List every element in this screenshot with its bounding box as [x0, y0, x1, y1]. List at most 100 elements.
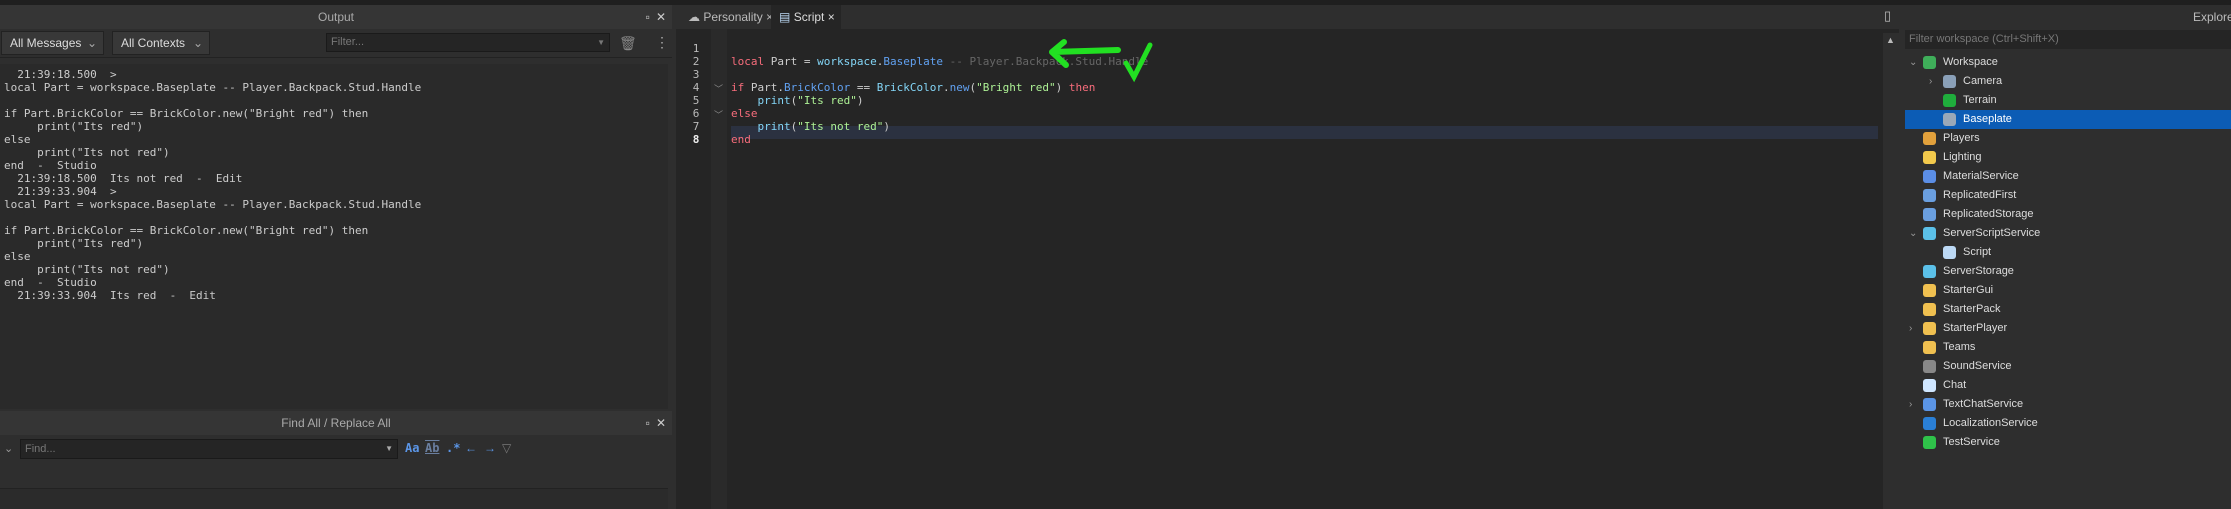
explorer-item-label: LocalizationService: [1943, 417, 2038, 429]
code-token: ): [856, 94, 864, 107]
lighting-icon: [1923, 151, 1936, 164]
whole-word-button[interactable]: Ab: [425, 441, 439, 455]
output-line: 21:39:33.904 >: [4, 185, 117, 198]
explorer-item-testservice[interactable]: TestService: [1905, 433, 2231, 452]
explorer-item-terrain[interactable]: Terrain: [1905, 91, 2231, 110]
trash-icon[interactable]: 🗑: [619, 35, 637, 52]
code-line: print("Its red"): [731, 94, 864, 107]
editor-scrollbar[interactable]: ▲: [1883, 33, 1899, 509]
explorer-item-workspace[interactable]: ⌄ Workspace: [1905, 53, 2231, 72]
fold-chevron-icon[interactable]: ﹀: [714, 108, 723, 121]
explorer-filter-input[interactable]: Filter workspace (Ctrl+Shift+X): [1905, 30, 2231, 49]
line-number: 5: [692, 94, 700, 107]
explorer-item-label: Players: [1943, 132, 1980, 144]
fold-chevron-icon[interactable]: ﹀: [714, 82, 723, 95]
explorer-item-soundservice[interactable]: SoundService: [1905, 357, 2231, 376]
find-panel: Find All / Replace All ▫ ✕ ⌄ Find... ▼ Aa …: [0, 411, 672, 509]
explorer-item-localizationservice[interactable]: LocalizationService: [1905, 414, 2231, 433]
explorer-item-camera[interactable]: › Camera: [1905, 72, 2231, 91]
output-line: print("Its red"): [4, 237, 144, 250]
explorer-item-starterplayer[interactable]: › StarterPlayer: [1905, 319, 2231, 338]
close-icon[interactable]: ✕: [656, 10, 666, 24]
expand-chevron-icon[interactable]: ⌄: [4, 442, 13, 455]
code-token: Part.: [744, 81, 784, 94]
filter-placeholder: Filter...: [331, 36, 365, 48]
output-filter-input[interactable]: Filter... ▼: [326, 33, 610, 52]
code-token: .: [942, 81, 950, 94]
explorer-item-label: StarterPack: [1943, 303, 2001, 315]
float-icon[interactable]: ▫: [646, 416, 650, 430]
chevron-down-icon[interactable]: ⌄: [1909, 224, 1917, 243]
explorer-item-replicatedstorage[interactable]: ReplicatedStorage: [1905, 205, 2231, 224]
explorer-item-lighting[interactable]: Lighting: [1905, 148, 2231, 167]
replicatedfirst-icon: [1923, 189, 1936, 202]
explorer-item-textchatservice[interactable]: › TextChatService: [1905, 395, 2231, 414]
arrow-left-icon[interactable]: ←: [465, 441, 477, 455]
explorer-item-label: Teams: [1943, 341, 1976, 353]
scroll-up-icon[interactable]: ▲: [1886, 35, 1895, 45]
close-icon[interactable]: ×: [828, 10, 835, 24]
output-line: 21:39:18.500 Its not red - Edit: [4, 172, 243, 185]
find-input[interactable]: Find... ▼: [20, 439, 398, 459]
line-number: 3: [692, 68, 700, 81]
float-icon[interactable]: ▫: [646, 10, 650, 24]
explorer-item-label: SoundService: [1943, 360, 2012, 372]
code-line: if Part.BrickColor == BrickColor.new("Br…: [731, 81, 1095, 94]
line-number: 4: [692, 81, 700, 94]
output-line: print("Its not red"): [4, 146, 170, 159]
chevron-right-icon[interactable]: ›: [1929, 72, 1932, 91]
output-panel: Output ▫ ✕ All Messages ⌄ All Contexts ⌄ Fi…: [0, 5, 672, 409]
chevron-down-icon[interactable]: ⌄: [1909, 53, 1917, 72]
editor-tabs: ☁ Personality × ▤ Script ×: [676, 5, 1899, 29]
more-icon[interactable]: ⋮: [655, 34, 669, 51]
explorer-item-startergui[interactable]: StarterGui: [1905, 281, 2231, 300]
device-emulator-button[interactable]: ▯: [1879, 5, 1903, 29]
teams-icon: [1923, 341, 1936, 354]
contexts-dropdown[interactable]: All Contexts ⌄: [112, 31, 210, 55]
explorer-item-teams[interactable]: Teams: [1905, 338, 2231, 357]
regex-button[interactable]: .*: [446, 441, 460, 455]
messages-dropdown[interactable]: All Messages ⌄: [1, 31, 104, 55]
filter-icon[interactable]: ▽: [502, 441, 511, 455]
script-editor: ☁ Personality × ▤ Script × 1 2 3 4 5 6 7…: [676, 5, 1899, 509]
explorer-item-materialservice[interactable]: MaterialService: [1905, 167, 2231, 186]
code-token: print: [757, 94, 791, 107]
close-icon[interactable]: ✕: [656, 416, 666, 430]
tab-script[interactable]: ▤ Script ×: [771, 5, 841, 29]
localizationservice-icon: [1923, 417, 1936, 430]
chat-icon: [1923, 379, 1936, 392]
explorer-item-chat[interactable]: Chat: [1905, 376, 2231, 395]
filter-placeholder: Filter workspace (Ctrl+Shift+X): [1909, 33, 2059, 45]
explorer-item-baseplate[interactable]: Baseplate: [1905, 110, 2231, 129]
caret-down-icon: ▼: [597, 38, 605, 47]
arrow-right-icon[interactable]: →: [484, 441, 496, 455]
explorer-item-players[interactable]: Players: [1905, 129, 2231, 148]
explorer-item-label: TestService: [1943, 436, 2000, 448]
script-icon: [1943, 246, 1956, 259]
baseplate-icon: [1943, 113, 1956, 126]
explorer-item-serverscriptservice[interactable]: ⌄ ServerScriptService: [1905, 224, 2231, 243]
explorer-item-starterpack[interactable]: StarterPack: [1905, 300, 2231, 319]
chevron-right-icon[interactable]: ›: [1909, 395, 1912, 414]
players-icon: [1923, 132, 1936, 145]
find-row: ⌄ Find... ▼ Aa Ab .* ← → ▽: [0, 435, 672, 465]
explorer-item-label: ReplicatedStorage: [1943, 208, 2034, 220]
explorer-item-script[interactable]: Script: [1905, 243, 2231, 262]
explorer-item-replicatedfirst[interactable]: ReplicatedFirst: [1905, 186, 2231, 205]
output-line: local Part = workspace.Baseplate -- Play…: [4, 198, 422, 211]
explorer-item-label: Chat: [1943, 379, 1967, 391]
caret-down-icon: ▼: [385, 444, 393, 453]
cloud-icon: ☁: [688, 10, 700, 24]
output-line: if Part.BrickColor == BrickColor.new("Br…: [4, 107, 369, 120]
explorer-item-serverstorage[interactable]: ServerStorage: [1905, 262, 2231, 281]
workspace-icon: [1923, 56, 1936, 69]
output-line: print("Its red"): [4, 120, 144, 133]
match-case-button[interactable]: Aa: [405, 441, 419, 455]
output-toolbar: All Messages ⌄ All Contexts ⌄ Filter... ▼ 🗑…: [0, 29, 672, 58]
line-number: 1: [692, 42, 700, 55]
output-line: if Part.BrickColor == BrickColor.new("Br…: [4, 224, 369, 237]
current-line-highlight: [731, 126, 1878, 139]
tab-personality[interactable]: ☁ Personality ×: [680, 5, 780, 29]
chevron-right-icon[interactable]: ›: [1909, 319, 1912, 338]
